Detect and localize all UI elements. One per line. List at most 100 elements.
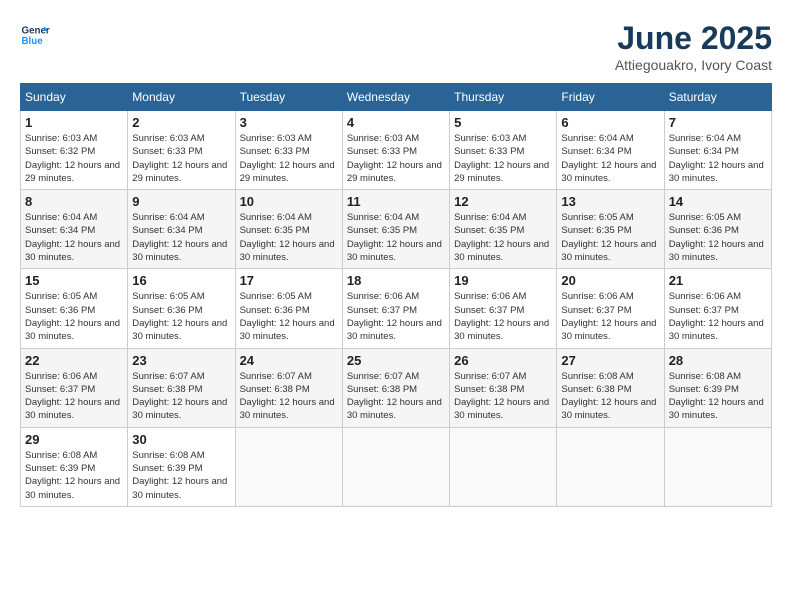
day-number: 26 [454,353,552,368]
day-detail: Sunrise: 6:04 AMSunset: 6:34 PMDaylight:… [669,133,764,184]
table-row: 18 Sunrise: 6:06 AMSunset: 6:37 PMDaylig… [342,269,449,348]
table-row: 8 Sunrise: 6:04 AMSunset: 6:34 PMDayligh… [21,190,128,269]
day-number: 13 [561,194,659,209]
day-detail: Sunrise: 6:03 AMSunset: 6:33 PMDaylight:… [347,133,442,184]
table-row: 10 Sunrise: 6:04 AMSunset: 6:35 PMDaylig… [235,190,342,269]
col-friday: Friday [557,84,664,111]
day-number: 15 [25,273,123,288]
day-detail: Sunrise: 6:05 AMSunset: 6:36 PMDaylight:… [240,291,335,342]
day-number: 10 [240,194,338,209]
title-area: June 2025 Attiegouakro, Ivory Coast [615,20,772,73]
day-detail: Sunrise: 6:04 AMSunset: 6:34 PMDaylight:… [132,212,227,263]
table-row: 25 Sunrise: 6:07 AMSunset: 6:38 PMDaylig… [342,348,449,427]
logo: General Blue [20,20,50,50]
day-detail: Sunrise: 6:03 AMSunset: 6:33 PMDaylight:… [454,133,549,184]
day-detail: Sunrise: 6:05 AMSunset: 6:36 PMDaylight:… [669,212,764,263]
day-number: 1 [25,115,123,130]
table-row: 22 Sunrise: 6:06 AMSunset: 6:37 PMDaylig… [21,348,128,427]
table-row: 30 Sunrise: 6:08 AMSunset: 6:39 PMDaylig… [128,427,235,506]
table-row: 2 Sunrise: 6:03 AMSunset: 6:33 PMDayligh… [128,111,235,190]
empty-cell [450,427,557,506]
day-detail: Sunrise: 6:03 AMSunset: 6:32 PMDaylight:… [25,133,120,184]
calendar-subtitle: Attiegouakro, Ivory Coast [615,57,772,73]
day-number: 5 [454,115,552,130]
day-number: 8 [25,194,123,209]
table-row: 12 Sunrise: 6:04 AMSunset: 6:35 PMDaylig… [450,190,557,269]
table-row: 4 Sunrise: 6:03 AMSunset: 6:33 PMDayligh… [342,111,449,190]
day-detail: Sunrise: 6:04 AMSunset: 6:35 PMDaylight:… [347,212,442,263]
day-detail: Sunrise: 6:04 AMSunset: 6:34 PMDaylight:… [561,133,656,184]
day-number: 2 [132,115,230,130]
day-number: 25 [347,353,445,368]
day-detail: Sunrise: 6:06 AMSunset: 6:37 PMDaylight:… [347,291,442,342]
svg-text:Blue: Blue [22,36,44,47]
day-detail: Sunrise: 6:05 AMSunset: 6:35 PMDaylight:… [561,212,656,263]
table-row: 15 Sunrise: 6:05 AMSunset: 6:36 PMDaylig… [21,269,128,348]
day-detail: Sunrise: 6:08 AMSunset: 6:39 PMDaylight:… [132,450,227,501]
table-row: 23 Sunrise: 6:07 AMSunset: 6:38 PMDaylig… [128,348,235,427]
col-sunday: Sunday [21,84,128,111]
day-number: 23 [132,353,230,368]
day-number: 11 [347,194,445,209]
table-row: 29 Sunrise: 6:08 AMSunset: 6:39 PMDaylig… [21,427,128,506]
day-number: 7 [669,115,767,130]
table-row: 13 Sunrise: 6:05 AMSunset: 6:35 PMDaylig… [557,190,664,269]
calendar-title: June 2025 [615,20,772,57]
day-detail: Sunrise: 6:07 AMSunset: 6:38 PMDaylight:… [347,371,442,422]
empty-cell [664,427,771,506]
table-row: 28 Sunrise: 6:08 AMSunset: 6:39 PMDaylig… [664,348,771,427]
day-number: 21 [669,273,767,288]
day-detail: Sunrise: 6:07 AMSunset: 6:38 PMDaylight:… [454,371,549,422]
page-header: General Blue June 2025 Attiegouakro, Ivo… [20,20,772,73]
calendar-table: Sunday Monday Tuesday Wednesday Thursday… [20,83,772,507]
table-row: 14 Sunrise: 6:05 AMSunset: 6:36 PMDaylig… [664,190,771,269]
day-detail: Sunrise: 6:04 AMSunset: 6:34 PMDaylight:… [25,212,120,263]
table-row: 20 Sunrise: 6:06 AMSunset: 6:37 PMDaylig… [557,269,664,348]
day-number: 22 [25,353,123,368]
empty-cell [557,427,664,506]
day-detail: Sunrise: 6:07 AMSunset: 6:38 PMDaylight:… [132,371,227,422]
day-detail: Sunrise: 6:04 AMSunset: 6:35 PMDaylight:… [454,212,549,263]
table-row: 11 Sunrise: 6:04 AMSunset: 6:35 PMDaylig… [342,190,449,269]
table-row: 21 Sunrise: 6:06 AMSunset: 6:37 PMDaylig… [664,269,771,348]
table-row: 3 Sunrise: 6:03 AMSunset: 6:33 PMDayligh… [235,111,342,190]
table-row: 26 Sunrise: 6:07 AMSunset: 6:38 PMDaylig… [450,348,557,427]
day-detail: Sunrise: 6:07 AMSunset: 6:38 PMDaylight:… [240,371,335,422]
table-row: 16 Sunrise: 6:05 AMSunset: 6:36 PMDaylig… [128,269,235,348]
day-number: 30 [132,432,230,447]
day-number: 6 [561,115,659,130]
day-detail: Sunrise: 6:06 AMSunset: 6:37 PMDaylight:… [561,291,656,342]
table-row: 6 Sunrise: 6:04 AMSunset: 6:34 PMDayligh… [557,111,664,190]
table-row: 1 Sunrise: 6:03 AMSunset: 6:32 PMDayligh… [21,111,128,190]
day-detail: Sunrise: 6:04 AMSunset: 6:35 PMDaylight:… [240,212,335,263]
table-row: 24 Sunrise: 6:07 AMSunset: 6:38 PMDaylig… [235,348,342,427]
day-number: 24 [240,353,338,368]
table-row: 5 Sunrise: 6:03 AMSunset: 6:33 PMDayligh… [450,111,557,190]
col-wednesday: Wednesday [342,84,449,111]
day-number: 14 [669,194,767,209]
day-detail: Sunrise: 6:08 AMSunset: 6:38 PMDaylight:… [561,371,656,422]
day-number: 4 [347,115,445,130]
table-row: 17 Sunrise: 6:05 AMSunset: 6:36 PMDaylig… [235,269,342,348]
table-row: 9 Sunrise: 6:04 AMSunset: 6:34 PMDayligh… [128,190,235,269]
day-number: 9 [132,194,230,209]
col-saturday: Saturday [664,84,771,111]
empty-cell [342,427,449,506]
col-thursday: Thursday [450,84,557,111]
day-detail: Sunrise: 6:05 AMSunset: 6:36 PMDaylight:… [25,291,120,342]
day-detail: Sunrise: 6:03 AMSunset: 6:33 PMDaylight:… [240,133,335,184]
day-detail: Sunrise: 6:05 AMSunset: 6:36 PMDaylight:… [132,291,227,342]
empty-cell [235,427,342,506]
day-number: 19 [454,273,552,288]
calendar-header-row: Sunday Monday Tuesday Wednesday Thursday… [21,84,772,111]
day-detail: Sunrise: 6:03 AMSunset: 6:33 PMDaylight:… [132,133,227,184]
table-row: 19 Sunrise: 6:06 AMSunset: 6:37 PMDaylig… [450,269,557,348]
day-number: 18 [347,273,445,288]
day-number: 28 [669,353,767,368]
day-detail: Sunrise: 6:08 AMSunset: 6:39 PMDaylight:… [25,450,120,501]
table-row: 7 Sunrise: 6:04 AMSunset: 6:34 PMDayligh… [664,111,771,190]
table-row: 27 Sunrise: 6:08 AMSunset: 6:38 PMDaylig… [557,348,664,427]
day-detail: Sunrise: 6:08 AMSunset: 6:39 PMDaylight:… [669,371,764,422]
day-number: 16 [132,273,230,288]
day-number: 17 [240,273,338,288]
